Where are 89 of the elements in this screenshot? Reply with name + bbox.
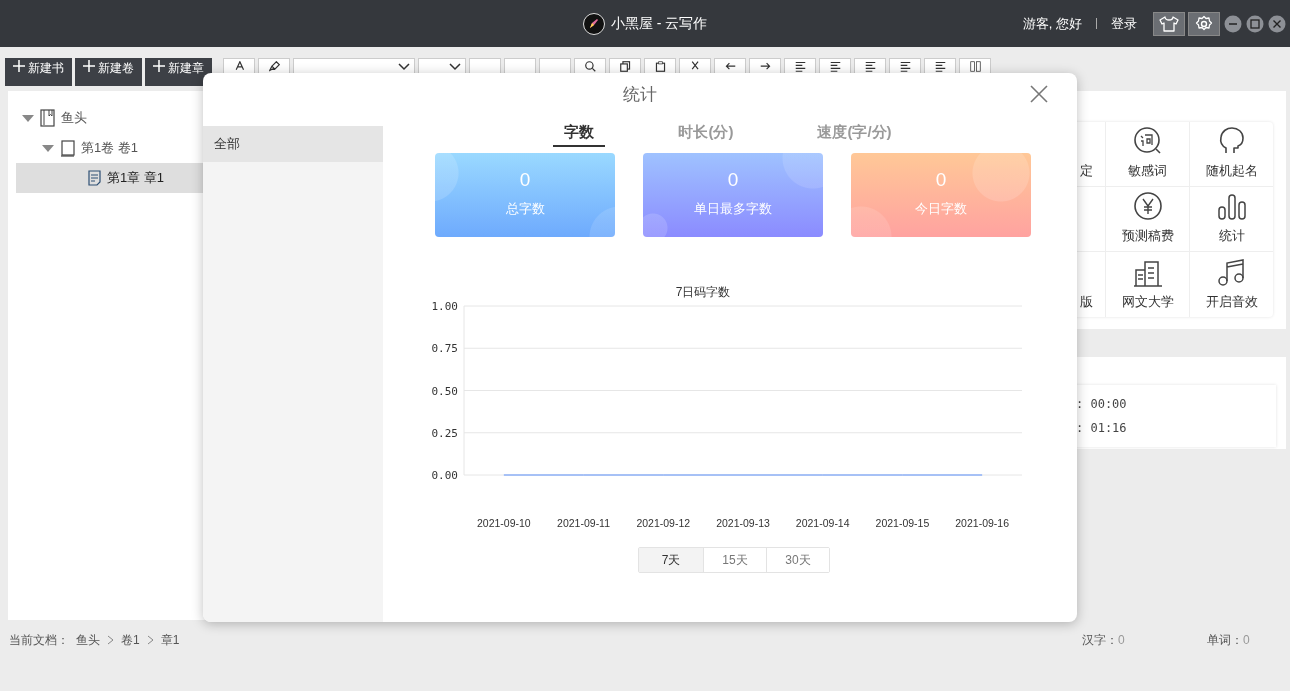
text-format-icon [233,61,245,72]
align-icon [899,61,911,72]
new-button[interactable]: 新建书 [5,58,72,86]
align-icon [829,61,841,72]
stat-label: 总字数 [505,200,545,218]
axis-label: 2021-09-16 [955,517,1009,529]
breadcrumb-item[interactable]: 卷1 [121,631,140,649]
axis-label: 2021-09-13 [716,517,770,529]
minimize-icon[interactable] [1224,14,1242,33]
notebook-icon [60,139,75,157]
chevron-right-icon [146,635,154,645]
brush-icon [268,61,280,72]
axis-label: 1.00 [431,300,458,313]
shirt-icon [1159,14,1179,33]
dialog-title: 统计 [623,84,657,106]
plus-icon [13,60,25,72]
document-icon [88,170,101,186]
close-icon[interactable] [1268,14,1286,33]
caret-down-icon [42,144,54,152]
new-button[interactable]: 新建章 [145,58,212,86]
axis-label: 0.25 [431,426,458,440]
building-icon [1132,259,1163,287]
chevron-down-icon [449,63,461,71]
align-icon [794,61,806,72]
greeting-text: 游客, 您好 [1022,14,1082,33]
caret-down-icon [22,114,34,122]
settings-icon [1195,14,1213,33]
plus-icon [153,60,165,72]
axis-label: 0.00 [431,469,458,482]
stat-label: 单日最多字数 [694,200,772,218]
range-button[interactable]: 30天 [766,548,829,572]
search-icon [584,61,596,72]
axis-label: 0.75 [431,342,458,356]
stat-value: 0 [935,169,947,191]
tool-tile[interactable]: 随机起名 [1190,122,1273,187]
undo-icon [724,61,736,72]
logo-icon [582,12,605,35]
chevron-right-icon [107,635,114,645]
plus-icon [83,60,95,72]
item-label: 第1章 章1 [107,169,165,187]
timer-text: : 00:00 [1076,397,1128,411]
item-label: 第1卷 卷1 [81,139,139,157]
align-icon [934,61,946,72]
maximize-icon[interactable] [1246,14,1264,33]
redo-icon [759,61,771,72]
tool-tile[interactable]: 预测稿费 [1106,187,1190,252]
close-icon[interactable] [1030,85,1048,103]
axis-label: 2021-09-12 [636,517,691,529]
stat-value: 0 [519,169,531,191]
columns-icon [969,61,981,72]
status-label: 当前文档： [9,631,69,649]
head-icon [1217,126,1246,156]
count-text: 汉字：0 [1082,631,1126,649]
tool-tile[interactable]: 统计 [1190,187,1273,252]
breadcrumb-item[interactable]: 鱼头 [76,631,100,649]
count-text: 单词：0 [1207,631,1251,649]
axis-label: 2021-09-14 [795,517,850,529]
tree-item[interactable]: 鱼头 [16,103,91,133]
item-label: 鱼头 [61,109,87,127]
skin-button[interactable] [1153,11,1185,36]
align-icon [864,61,876,72]
book-icon [40,109,55,127]
breadcrumb-item[interactable]: 章1 [160,631,180,649]
sidebar-item[interactable]: 全部 [203,126,383,162]
range-button[interactable]: 7天 [639,548,703,572]
tab[interactable]: 字数 [553,123,606,147]
yen-icon [1132,191,1163,221]
axis-label: 2021-09-10 [477,517,531,529]
window-title: 小黑屋 - 云写作 [610,14,708,33]
tool-tile[interactable]: 开启音效 [1190,252,1273,317]
chevron-down-icon [398,63,410,71]
tool-tile[interactable]: 敏感词 [1106,122,1190,187]
stat-value: 0 [727,169,739,191]
new-button[interactable]: 新建卷 [75,58,142,86]
chart-title: 7日码字数 [675,285,731,299]
tool-tile[interactable]: 网文大学 [1106,252,1190,317]
axis-label: 0.50 [431,384,458,398]
axis-label: 2021-09-11 [557,517,611,529]
music-note-icon [1216,257,1247,287]
tree-item[interactable]: 第1卷 卷1 [16,133,143,163]
stat-label: 今日字数 [915,200,967,218]
scissors-icon [689,61,701,72]
tree-item[interactable]: 第1章 章1 [16,163,203,193]
bar-chart-icon [1217,193,1246,221]
magnifier-word-icon [1132,126,1163,156]
settings-button[interactable] [1188,11,1220,36]
timer-text: : 01:16 [1076,421,1128,435]
axis-label: 2021-09-15 [875,517,930,529]
login-link[interactable]: 登录 [1111,14,1137,33]
